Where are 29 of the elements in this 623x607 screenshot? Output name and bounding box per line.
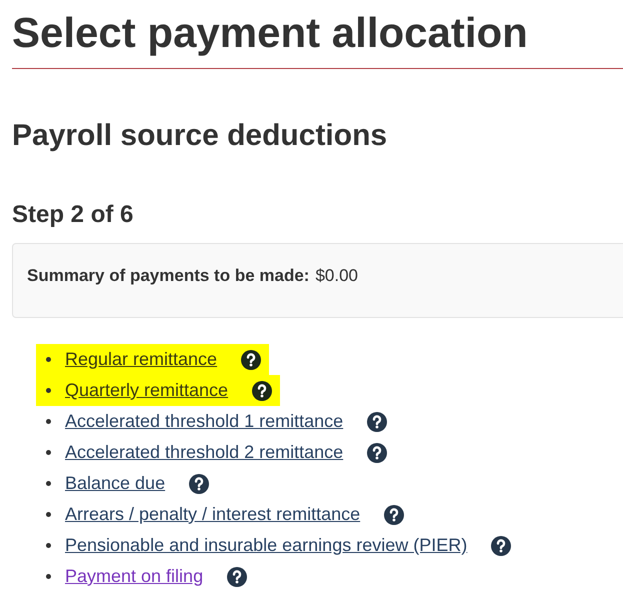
bullet-icon bbox=[46, 419, 51, 424]
bullet-icon bbox=[46, 574, 51, 579]
summary-label: Summary of payments to be made: bbox=[27, 264, 310, 287]
section-heading: Payroll source deductions bbox=[12, 121, 388, 151]
bullet-icon bbox=[46, 388, 51, 393]
option-link[interactable]: Accelerated threshold 1 remittance bbox=[65, 408, 344, 435]
summary-value: $0.00 bbox=[315, 264, 358, 287]
help-icon[interactable] bbox=[252, 380, 272, 400]
help-icon[interactable] bbox=[491, 536, 512, 556]
bullet-icon bbox=[46, 512, 51, 517]
help-icon[interactable] bbox=[241, 350, 262, 370]
option-link[interactable]: Accelerated threshold 2 remittance bbox=[65, 439, 344, 466]
bullet-icon bbox=[46, 543, 51, 548]
bullet-icon bbox=[46, 357, 51, 362]
bullet-icon bbox=[46, 481, 51, 486]
option-link[interactable]: Pensionable and insurable earnings review (PIER) bbox=[65, 532, 468, 559]
help-icon[interactable] bbox=[367, 412, 388, 432]
help-icon[interactable] bbox=[384, 504, 404, 524]
bullet-icon bbox=[46, 450, 51, 455]
help-icon[interactable] bbox=[189, 474, 210, 494]
option-link[interactable]: Regular remittance bbox=[65, 346, 218, 373]
option-link[interactable]: Balance due bbox=[65, 470, 166, 497]
help-icon[interactable] bbox=[227, 566, 248, 586]
help-icon[interactable] bbox=[367, 442, 388, 462]
step-heading: Step 2 of 6 bbox=[12, 203, 134, 227]
option-link[interactable]: Quarterly remittance bbox=[65, 377, 228, 404]
page-title: Select payment allocation bbox=[12, 8, 528, 54]
option-link[interactable]: Arrears / penalty / interest remittance bbox=[65, 501, 360, 528]
option-link[interactable]: Payment on filing bbox=[65, 563, 204, 590]
